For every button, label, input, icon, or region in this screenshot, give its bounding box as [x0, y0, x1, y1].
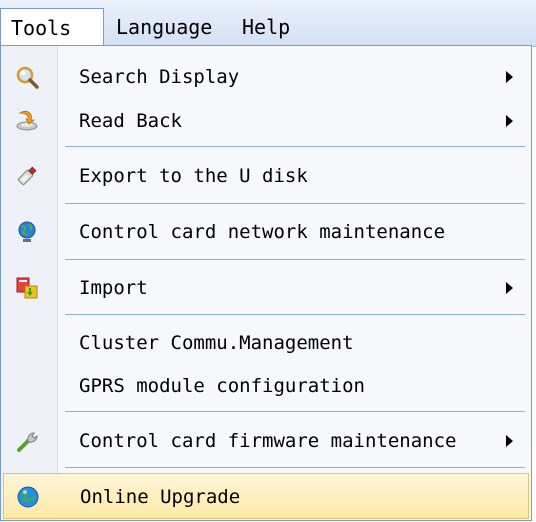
import-icon: [15, 276, 39, 300]
menu-item-network-maintenance[interactable]: Control card network maintenance: [1, 209, 531, 255]
menu-item-online-upgrade[interactable]: Online Upgrade: [3, 473, 529, 519]
menu-separator: [65, 146, 525, 147]
menu-item-label: Online Upgrade: [80, 486, 241, 508]
menu-item-label: Import: [79, 277, 148, 299]
menu-item-label: Read Back: [79, 110, 182, 132]
menu-separator: [65, 259, 525, 260]
usb-drive-icon: [15, 164, 39, 188]
submenu-arrow-icon: [506, 115, 513, 127]
menu-separator: [65, 203, 525, 204]
wrench-icon: [15, 429, 39, 453]
menu-separator: [65, 411, 525, 412]
menu-separator: [65, 314, 525, 315]
submenu-arrow-icon: [506, 71, 513, 83]
menu-item-export-u-disk[interactable]: Export to the U disk: [1, 153, 531, 199]
menu-separator: [65, 467, 525, 468]
menu-item-gprs-configuration[interactable]: GPRS module configuration: [1, 363, 531, 409]
menu-item-label: Export to the U disk: [79, 165, 308, 187]
menu-item-label: Cluster Commu.Management: [79, 332, 354, 354]
menu-item-read-back[interactable]: Read Back: [1, 98, 531, 144]
menu-bar: Tools Language Help: [0, 0, 536, 47]
submenu-arrow-icon: [506, 282, 513, 294]
globe-upgrade-icon: [16, 485, 40, 509]
menu-item-label: Search Display: [79, 66, 240, 88]
menubar-language[interactable]: Language: [106, 8, 222, 46]
submenu-arrow-icon: [506, 435, 513, 447]
read-back-icon: [15, 109, 39, 133]
menu-item-label: Control card network maintenance: [79, 221, 446, 243]
menubar-help[interactable]: Help: [232, 8, 300, 46]
tools-dropdown-menu: Search Display Read Back Export to the U…: [0, 45, 532, 521]
menu-item-import[interactable]: Import: [1, 265, 531, 311]
menu-item-search-display[interactable]: Search Display: [1, 54, 531, 100]
menu-item-label: GPRS module configuration: [79, 375, 365, 397]
menu-item-label: Control card firmware maintenance: [79, 430, 457, 452]
globe-network-icon: [15, 220, 39, 244]
menu-item-cluster-management[interactable]: Cluster Commu.Management: [1, 320, 531, 366]
menu-item-firmware-maintenance[interactable]: Control card firmware maintenance: [1, 418, 531, 464]
menubar-tools[interactable]: Tools: [0, 8, 104, 46]
magnifier-icon: [15, 65, 39, 89]
